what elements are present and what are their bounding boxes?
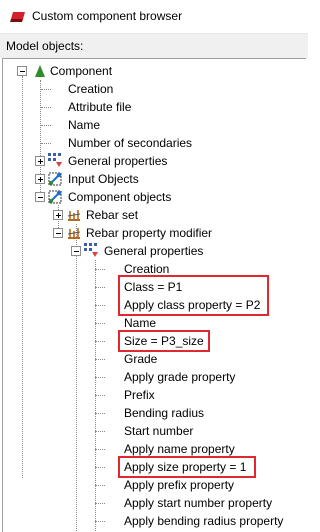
tree-node-grade[interactable]: Grade bbox=[3, 350, 303, 368]
tree-node-label: Input Objects bbox=[68, 172, 139, 186]
rebar-set-icon bbox=[67, 210, 81, 221]
tree-node-prefix[interactable]: Prefix bbox=[3, 386, 303, 404]
highlight-box-apply-size bbox=[118, 456, 256, 478]
tree-node-input-objects[interactable]: Input Objects bbox=[3, 170, 303, 188]
tree-node-creation[interactable]: Creation bbox=[3, 80, 303, 98]
collapse-toggle[interactable] bbox=[53, 228, 63, 238]
tree-node-label: General properties bbox=[104, 244, 204, 258]
rebar-modifier-icon bbox=[67, 228, 81, 239]
properties-icon bbox=[84, 243, 98, 257]
tree-node-apply-grade-property[interactable]: Apply grade property bbox=[3, 368, 303, 386]
tree-node-label: Rebar property modifier bbox=[86, 226, 213, 240]
tree-node-label: Apply grade property bbox=[124, 370, 236, 384]
tree-node-label: Apply prefix property bbox=[124, 478, 235, 492]
collapse-toggle[interactable] bbox=[35, 192, 45, 202]
tree-node-label: Creation bbox=[68, 82, 114, 96]
tree-node-modifier-general-properties[interactable]: General properties bbox=[3, 242, 303, 260]
tree-node-apply-prefix-property[interactable]: Apply prefix property bbox=[3, 476, 303, 494]
highlight-box-size bbox=[118, 330, 210, 352]
tree-node-label: Apply bending radius property bbox=[124, 514, 284, 528]
tree-node-label: Rebar set bbox=[86, 208, 139, 222]
tree-node-label: Component objects bbox=[68, 190, 172, 204]
highlight-box-class bbox=[118, 275, 269, 316]
expand-toggle[interactable] bbox=[35, 156, 45, 166]
tree-node-label: Grade bbox=[124, 352, 158, 366]
component-objects-icon bbox=[48, 190, 62, 204]
tree-node-label: General properties bbox=[68, 154, 168, 168]
panel-header: Model objects: bbox=[0, 34, 308, 58]
tree-node-name[interactable]: Name bbox=[3, 116, 303, 134]
tree-node-component-objects[interactable]: Component objects bbox=[3, 188, 303, 206]
tree-node-general-properties[interactable]: General properties bbox=[3, 152, 303, 170]
tree-node-bending-radius[interactable]: Bending radius bbox=[3, 404, 303, 422]
tree-node-label: Component bbox=[50, 64, 113, 78]
tree-node-number-of-secondaries[interactable]: Number of secondaries bbox=[3, 134, 303, 152]
tree-node-start-number[interactable]: Start number bbox=[3, 422, 303, 440]
tree-node-label: Apply start number property bbox=[124, 496, 273, 510]
app-icon bbox=[10, 12, 25, 22]
tree-node-label: Bending radius bbox=[124, 406, 205, 420]
model-objects-tree[interactable]: Component Creation Attribute file Name N… bbox=[2, 58, 306, 532]
tree-node-label: Attribute file bbox=[68, 100, 132, 114]
tree-node-component[interactable]: Component bbox=[3, 62, 303, 80]
window-title: Custom component browser bbox=[32, 9, 183, 23]
tree-node-rebar-set[interactable]: Rebar set bbox=[3, 206, 303, 224]
tree-node-apply-bending-radius-property[interactable]: Apply bending radius property bbox=[3, 512, 303, 530]
tree-node-label: Name bbox=[68, 118, 101, 132]
tree-node-label: Number of secondaries bbox=[68, 136, 193, 150]
component-icon bbox=[35, 65, 45, 77]
expand-toggle[interactable] bbox=[53, 210, 63, 220]
input-objects-icon bbox=[48, 172, 62, 186]
collapse-toggle[interactable] bbox=[17, 66, 27, 76]
tree-node-attribute-file[interactable]: Attribute file bbox=[3, 98, 303, 116]
title-bar: Custom component browser bbox=[0, 0, 308, 34]
collapse-toggle[interactable] bbox=[71, 246, 81, 256]
properties-icon bbox=[48, 153, 62, 167]
tree-node-label: Prefix bbox=[124, 388, 155, 402]
model-objects-label: Model objects: bbox=[6, 39, 84, 53]
tree-node-apply-start-number-property[interactable]: Apply start number property bbox=[3, 494, 303, 512]
tree-node-rebar-property-modifier[interactable]: Rebar property modifier bbox=[3, 224, 303, 242]
tree-node-label: Start number bbox=[124, 424, 194, 438]
expand-toggle[interactable] bbox=[35, 174, 45, 184]
